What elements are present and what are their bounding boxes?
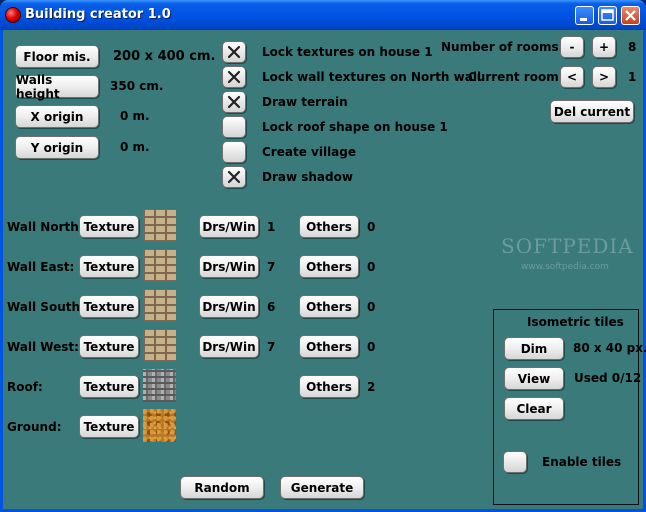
number-of-rooms-label: Number of rooms: [441, 40, 564, 54]
x-origin-value: 0 m. [120, 109, 150, 123]
previous-room-button[interactable]: < [560, 66, 584, 88]
tile-dimension-value: 80 x 40 px. [573, 341, 646, 355]
option-checkbox[interactable] [222, 141, 246, 163]
generate-button[interactable]: Generate [280, 476, 364, 499]
wall-drs-win-button[interactable]: Drs/Win [199, 335, 259, 358]
wall-others-button[interactable]: Others [299, 255, 359, 278]
wall-texture-swatch [143, 209, 176, 242]
roof-others-button[interactable]: Others [299, 375, 359, 398]
app-icon[interactable] [5, 7, 21, 23]
wall-drs-win-button[interactable]: Drs/Win [199, 255, 259, 278]
ground-texture-swatch [143, 409, 176, 442]
ground-label: Ground: [7, 420, 62, 434]
wall-others-button[interactable]: Others [299, 335, 359, 358]
option-label: Create village [262, 145, 357, 159]
wall-others-button[interactable]: Others [299, 295, 359, 318]
rooms-decrement-button[interactable]: - [560, 36, 584, 58]
option-label: Draw shadow [262, 170, 353, 184]
wall-texture-button[interactable]: Texture [79, 215, 139, 238]
wall-texture-swatch [143, 249, 176, 282]
option-label: Lock wall textures on North wall [262, 70, 482, 84]
y-origin-value: 0 m. [120, 140, 150, 154]
option-label: Lock roof shape on house 1 [262, 120, 448, 134]
wall-texture-button[interactable]: Texture [79, 295, 139, 318]
app-window: Building creator 1.0 SOFTPEDIA www.softp… [0, 0, 646, 512]
option-checkbox[interactable] [222, 116, 246, 138]
option-label: Draw terrain [262, 95, 348, 109]
wall-texture-button[interactable]: Texture [79, 255, 139, 278]
wall-others-button[interactable]: Others [299, 215, 359, 238]
x-origin-button[interactable]: X origin [15, 105, 99, 128]
client-area: SOFTPEDIA www.softpedia.com Floor mis. 2… [3, 30, 646, 509]
rooms-increment-button[interactable]: + [592, 36, 616, 58]
dim-button[interactable]: Dim [504, 337, 564, 360]
wall-drs-win-count: 7 [267, 340, 276, 354]
floor-button[interactable]: Floor mis. [15, 45, 99, 68]
window-title: Building creator 1.0 [25, 7, 171, 22]
clear-button[interactable]: Clear [504, 397, 564, 420]
y-origin-button[interactable]: Y origin [15, 136, 99, 159]
wall-drs-win-count: 7 [267, 260, 276, 274]
wall-texture-swatch [143, 329, 176, 362]
wall-drs-win-button[interactable]: Drs/Win [199, 295, 259, 318]
close-icon [625, 10, 636, 21]
wall-others-count: 0 [367, 300, 376, 314]
ground-texture-button[interactable]: Texture [79, 415, 139, 438]
walls-height-value: 350 cm. [110, 79, 164, 93]
close-button[interactable] [621, 6, 640, 25]
wall-drs-win-button[interactable]: Drs/Win [199, 215, 259, 238]
tiles-used-value: Used 0/12 [574, 371, 642, 385]
watermark-url: www.softpedia.com [521, 262, 609, 272]
floor-value: 200 x 400 cm. [113, 49, 216, 64]
enable-tiles-checkbox[interactable] [503, 451, 527, 473]
wall-texture-button[interactable]: Texture [79, 335, 139, 358]
roof-label: Roof: [7, 380, 43, 394]
walls-height-button[interactable]: Walls height [15, 73, 99, 101]
x-check-icon [227, 95, 241, 109]
random-button[interactable]: Random [180, 476, 264, 499]
x-check-icon [227, 70, 241, 84]
title-bar[interactable]: Building creator 1.0 [0, 0, 646, 30]
option-checkbox[interactable] [222, 41, 246, 63]
option-label: Lock textures on house 1 [262, 45, 433, 59]
view-button[interactable]: View [504, 367, 564, 390]
maximize-icon [601, 9, 614, 21]
wall-label: Wall West: [7, 340, 79, 354]
wall-others-count: 0 [367, 220, 376, 234]
maximize-button[interactable] [598, 6, 617, 25]
wall-texture-swatch [143, 289, 176, 322]
minimize-icon [580, 18, 587, 21]
x-check-icon [227, 170, 241, 184]
watermark-brand: SOFTPEDIA [501, 234, 634, 258]
enable-tiles-label: Enable tiles [542, 455, 622, 469]
delete-current-room-button[interactable]: Del current [550, 100, 634, 123]
x-check-icon [227, 45, 241, 59]
wall-drs-win-count: 6 [267, 300, 276, 314]
roof-texture-button[interactable]: Texture [79, 375, 139, 398]
wall-others-count: 0 [367, 340, 376, 354]
roof-texture-swatch [143, 369, 176, 402]
current-room-value: 1 [628, 70, 637, 84]
next-room-button[interactable]: > [592, 66, 616, 88]
option-checkbox[interactable] [222, 66, 246, 88]
wall-others-count: 0 [367, 260, 376, 274]
current-room-label: Current room: [468, 70, 564, 84]
minimize-button[interactable] [575, 6, 594, 25]
option-checkbox[interactable] [222, 91, 246, 113]
wall-label: Wall South: [7, 300, 85, 314]
number-of-rooms-value: 8 [628, 40, 637, 54]
wall-label: Wall East: [7, 260, 75, 274]
wall-drs-win-count: 1 [267, 220, 276, 234]
option-checkbox[interactable] [222, 166, 246, 188]
isometric-tiles-panel: Isometric tiles Dim 80 x 40 px. View Use… [493, 309, 646, 505]
isometric-tiles-title: Isometric tiles [527, 315, 624, 329]
roof-others-count: 2 [367, 380, 376, 394]
wall-label: Wall North: [7, 220, 84, 234]
